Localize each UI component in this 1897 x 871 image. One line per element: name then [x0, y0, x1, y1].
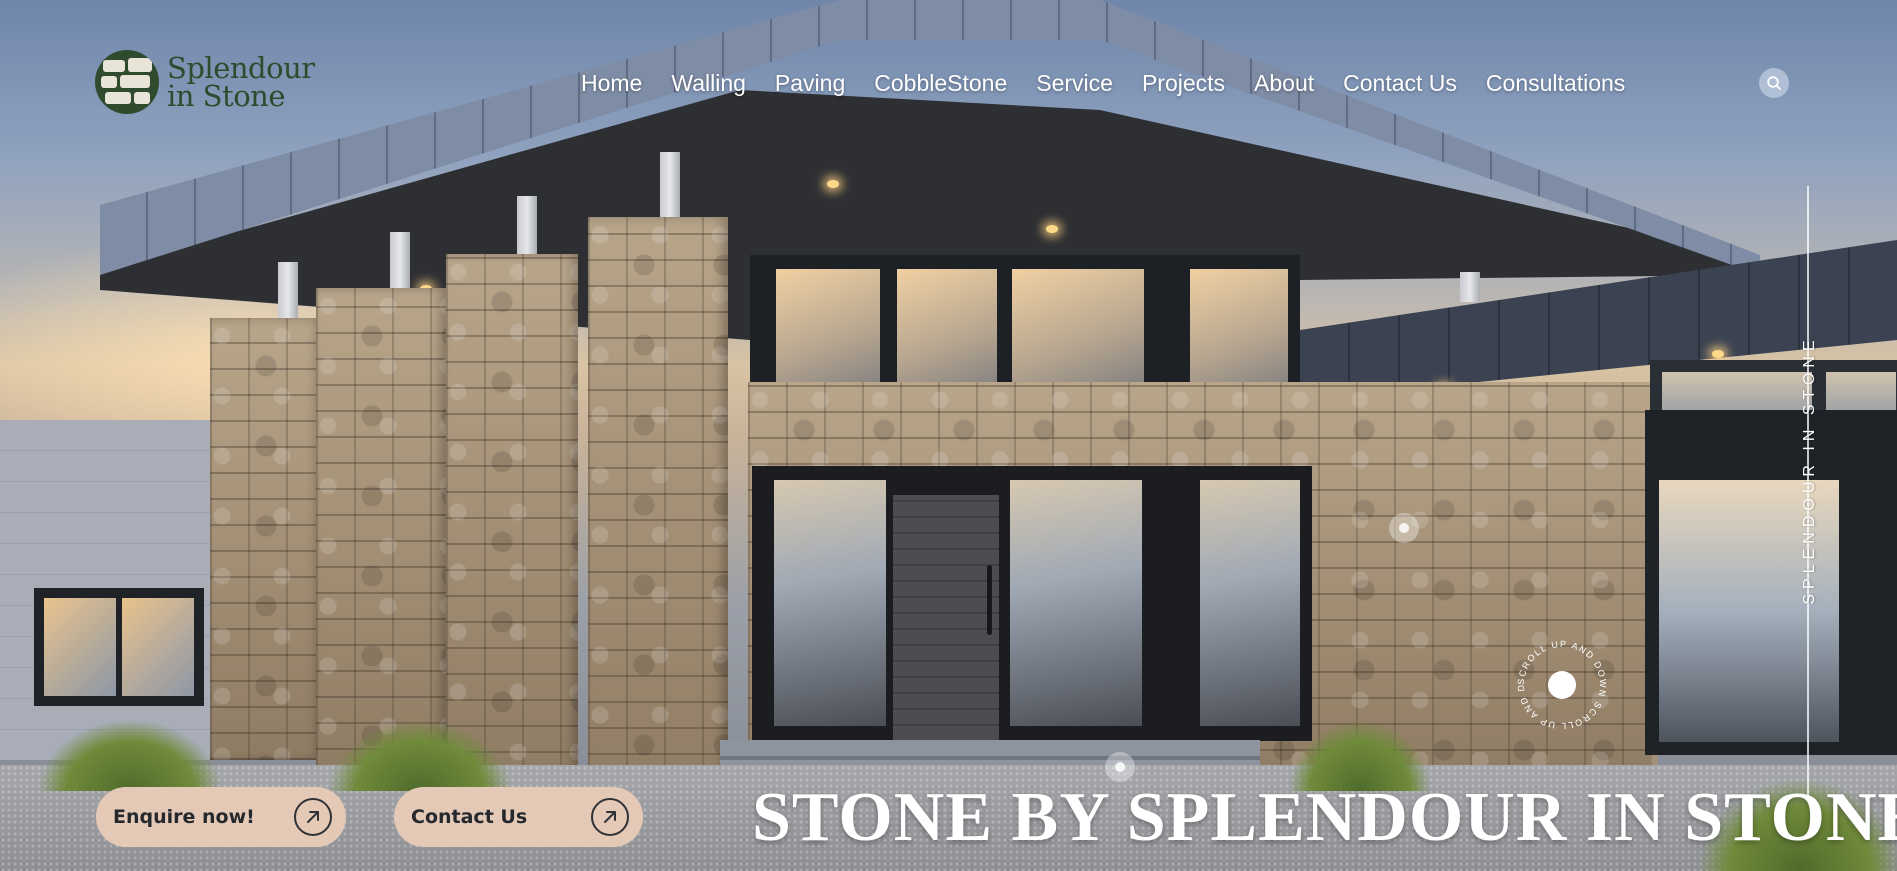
right-window	[1645, 410, 1897, 755]
stone-pillar	[446, 254, 578, 779]
side-vertical-label: SPLENDOUR IN STONE	[1801, 335, 1818, 605]
nav-service[interactable]: Service	[1036, 70, 1113, 97]
arrow-up-right-icon	[591, 798, 629, 836]
nav-consultations[interactable]: Consultations	[1486, 70, 1625, 97]
downlight	[1712, 350, 1724, 358]
search-icon	[1767, 76, 1781, 90]
brand-name-line2: in Stone	[167, 79, 285, 113]
scroll-dot-icon	[1548, 671, 1576, 699]
brand-name: Splendour in Stone	[167, 51, 315, 113]
site-logo[interactable]: Splendour in Stone	[95, 50, 315, 114]
nav-contact-us[interactable]: Contact Us	[1343, 70, 1457, 97]
stone-pillar	[210, 318, 322, 760]
support-post	[1460, 272, 1480, 302]
grass-plant	[330, 721, 510, 791]
stone-wall-logo-icon	[95, 50, 159, 114]
hotspot-marker[interactable]	[1389, 513, 1419, 543]
nav-home[interactable]: Home	[581, 70, 642, 97]
downlight	[827, 180, 839, 188]
nav-cobblestone[interactable]: CobbleStone	[874, 70, 1007, 97]
hotspot-marker[interactable]	[1105, 752, 1135, 782]
downlight	[1046, 225, 1058, 233]
enquire-now-label: Enquire now!	[113, 806, 255, 828]
nav-paving[interactable]: Paving	[775, 70, 845, 97]
front-door	[893, 495, 999, 740]
grass-plant	[40, 721, 220, 791]
enquire-now-button[interactable]: Enquire now!	[96, 787, 346, 847]
support-post	[660, 152, 680, 224]
brand-name-line1: Splendour	[167, 51, 315, 85]
contact-us-label: Contact Us	[411, 806, 528, 828]
contact-us-button[interactable]: Contact Us	[394, 787, 643, 847]
scroll-indicator[interactable]: SCROLL UP AND DOWN SCROLL UP AND DOWN	[1507, 627, 1612, 735]
stone-pillar	[588, 217, 728, 807]
hero-headline: STONE BY SPLENDOUR IN STONE	[752, 779, 1897, 856]
main-nav: Home Walling Paving CobbleStone Service …	[581, 68, 1625, 98]
hero-background	[0, 0, 1897, 871]
arrow-up-right-icon	[294, 798, 332, 836]
support-post	[278, 262, 298, 324]
entry-glazing	[752, 466, 1312, 741]
search-button[interactable]	[1759, 68, 1789, 98]
nav-about[interactable]: About	[1254, 70, 1314, 97]
nav-walling[interactable]: Walling	[671, 70, 746, 97]
nav-projects[interactable]: Projects	[1142, 70, 1225, 97]
left-window	[34, 588, 204, 706]
stone-pillar	[316, 288, 446, 776]
